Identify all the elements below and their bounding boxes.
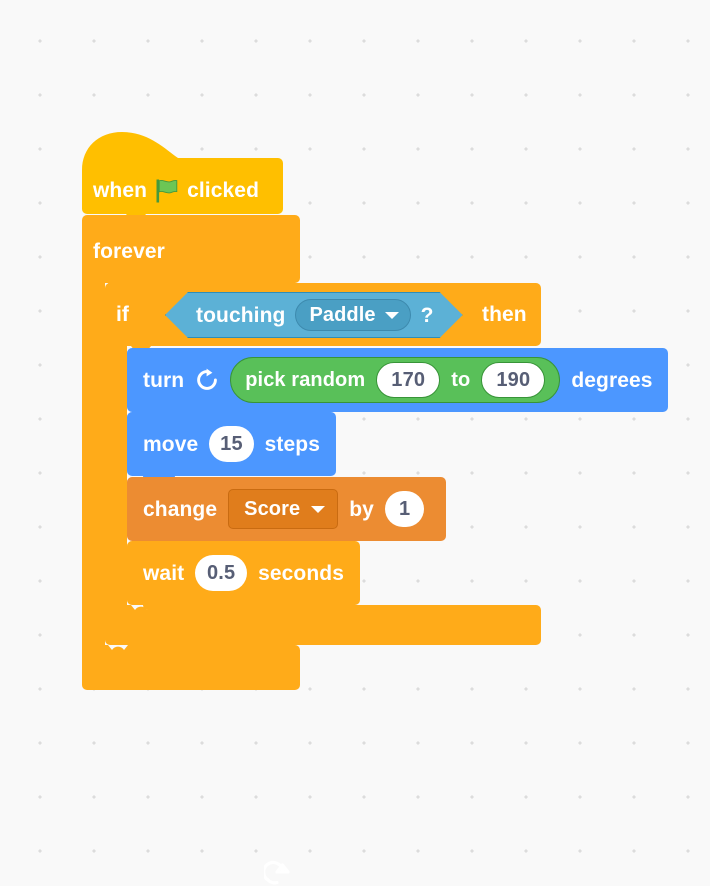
then-label-row: then <box>482 283 527 346</box>
touching-boolean-block[interactable]: touching Paddle ? <box>165 292 463 338</box>
move-label: move <box>143 432 199 456</box>
change-variable-block[interactable]: change Score by 1 <box>127 477 446 546</box>
pick-random-to-input[interactable]: 190 <box>481 362 546 398</box>
degrees-label: degrees <box>571 368 653 392</box>
turn-block[interactable]: turn pick random 170 to 190 degrees <box>127 348 668 417</box>
clicked-label: clicked <box>187 178 259 202</box>
move-block[interactable]: move 15 steps <box>127 412 336 481</box>
wait-seconds-input[interactable]: 0.5 <box>195 555 248 591</box>
seconds-label: seconds <box>258 561 344 585</box>
then-label: then <box>482 303 527 326</box>
loop-arrow-icon <box>264 860 290 885</box>
green-flag-icon <box>156 179 178 203</box>
variable-dropdown[interactable]: Score <box>228 489 339 529</box>
change-amount-input[interactable]: 1 <box>384 491 425 527</box>
touching-hex-body: touching Paddle ? <box>165 292 463 338</box>
forever-label-row: forever <box>93 227 165 275</box>
chevron-down-icon <box>385 312 399 319</box>
when-flag-clicked-block[interactable]: when clicked <box>82 130 283 220</box>
scratch-workspace[interactable]: when clicked forever if touching Paddle … <box>0 0 710 885</box>
when-label: when <box>93 178 148 202</box>
variable-name-value: Score <box>244 498 301 520</box>
if-label-row: if <box>116 283 129 346</box>
steps-label: steps <box>264 432 320 456</box>
move-steps-input[interactable]: 15 <box>209 426 254 462</box>
touching-target-dropdown[interactable]: Paddle <box>295 299 410 331</box>
pick-random-label: pick random <box>245 369 366 391</box>
wait-label: wait <box>143 561 185 585</box>
touching-label: touching <box>196 303 286 327</box>
change-label: change <box>143 497 218 521</box>
question-mark-label: ? <box>420 303 434 327</box>
turn-clockwise-icon <box>197 368 218 390</box>
if-label: if <box>116 303 130 326</box>
wait-block[interactable]: wait 0.5 seconds <box>127 541 360 610</box>
turn-label: turn <box>143 368 185 392</box>
pick-random-from-input[interactable]: 170 <box>376 362 441 398</box>
by-label: by <box>349 497 374 521</box>
forever-label: forever <box>93 239 165 263</box>
when-flag-clicked-row: when clicked <box>82 166 259 214</box>
pick-random-reporter[interactable]: pick random 170 to 190 <box>230 357 561 403</box>
touching-target-value: Paddle <box>309 304 376 326</box>
pick-random-to-label: to <box>451 369 471 391</box>
chevron-down-icon <box>311 505 326 513</box>
